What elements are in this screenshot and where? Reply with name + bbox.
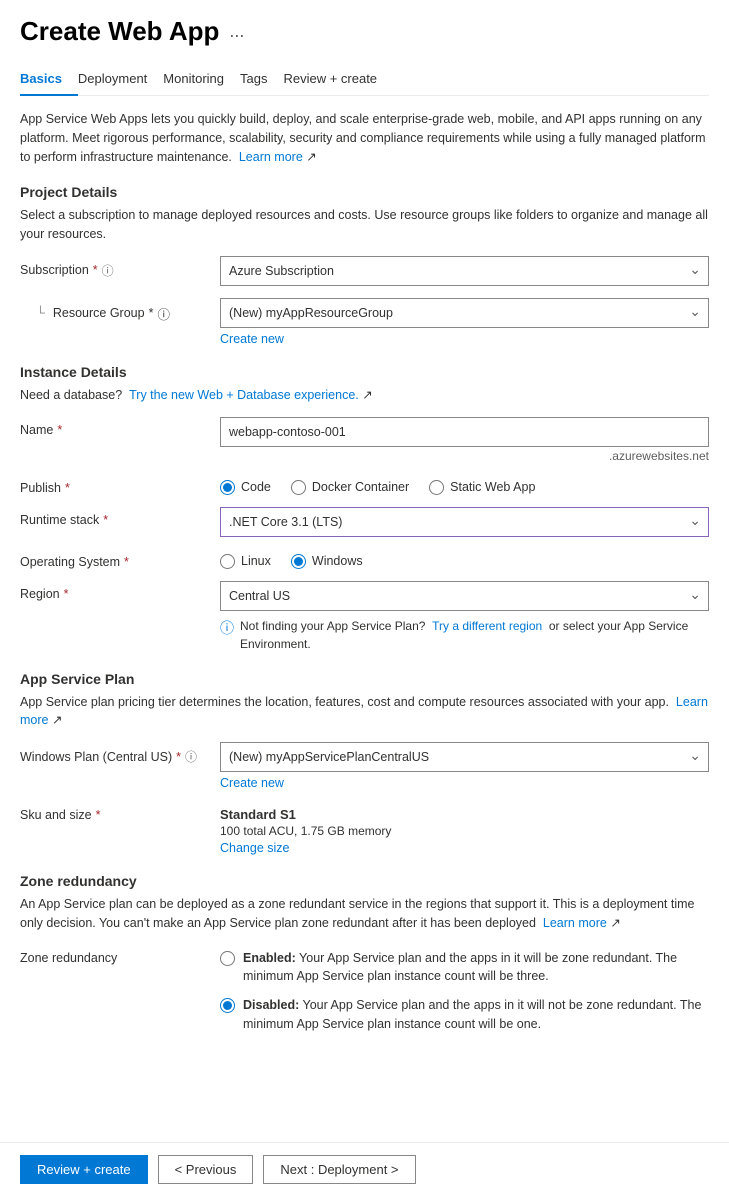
region-row: Region * Central US ⓘ Not finding your A… [20, 581, 709, 653]
publish-code-option[interactable]: Code [220, 480, 271, 495]
tab-deployment[interactable]: Deployment [78, 63, 163, 96]
publish-static-label: Static Web App [450, 480, 535, 494]
publish-row: Publish * Code Docker Container Static [20, 475, 709, 495]
publish-static-radio[interactable] [429, 480, 444, 495]
subscription-row: Subscription * ⓘ Azure Subscription [20, 256, 709, 286]
resource-group-create-new-link[interactable]: Create new [220, 332, 284, 346]
project-details-header: Project Details [20, 184, 709, 200]
publish-docker-option[interactable]: Docker Container [291, 480, 409, 495]
os-row: Operating System * Linux Windows [20, 549, 709, 569]
windows-plan-control: (New) myAppServicePlanCentralUS Create n… [220, 742, 709, 790]
tab-basics[interactable]: Basics [20, 63, 78, 96]
os-linux-radio[interactable] [220, 554, 235, 569]
zone-redundancy-row: Zone redundancy Enabled: Your App Servic… [20, 945, 709, 1034]
app-name-suffix: .azurewebsites.net [220, 449, 709, 463]
sku-control: Standard S1 100 total ACU, 1.75 GB memor… [220, 802, 709, 855]
zone-disabled-option[interactable]: Disabled: Your App Service plan and the … [220, 996, 709, 1034]
next-button[interactable]: Next : Deployment > [263, 1155, 415, 1184]
tab-review-create[interactable]: Review + create [283, 63, 393, 96]
windows-plan-info-icon[interactable]: ⓘ [185, 748, 197, 765]
publish-docker-label: Docker Container [312, 480, 409, 494]
publish-code-radio[interactable] [220, 480, 235, 495]
zone-disabled-radio[interactable] [220, 998, 235, 1013]
publish-static-option[interactable]: Static Web App [429, 480, 535, 495]
region-label: Region * [20, 581, 210, 601]
app-name-row: Name * .azurewebsites.net [20, 417, 709, 463]
instance-details-header: Instance Details [20, 364, 709, 380]
footer-bar: Review + create < Previous Next : Deploy… [0, 1142, 729, 1196]
app-name-input[interactable] [220, 417, 709, 447]
subscription-label: Subscription * ⓘ [20, 256, 210, 279]
sku-name: Standard S1 [220, 807, 709, 822]
app-name-label: Name * [20, 417, 210, 437]
previous-button[interactable]: < Previous [158, 1155, 254, 1184]
publish-docker-radio[interactable] [291, 480, 306, 495]
os-windows-radio[interactable] [291, 554, 306, 569]
page-description: App Service Web Apps lets you quickly bu… [20, 110, 709, 166]
project-details-desc: Select a subscription to manage deployed… [20, 206, 709, 244]
os-control: Linux Windows [220, 549, 709, 569]
region-different-link[interactable]: Try a different region [432, 619, 542, 633]
sku-details: 100 total ACU, 1.75 GB memory [220, 824, 709, 838]
sku-row: Sku and size * Standard S1 100 total ACU… [20, 802, 709, 855]
tab-bar: Basics Deployment Monitoring Tags Review… [20, 63, 709, 96]
windows-plan-row: Windows Plan (Central US) * ⓘ (New) myAp… [20, 742, 709, 790]
region-control: Central US ⓘ Not finding your App Servic… [220, 581, 709, 653]
sku-change-size-link[interactable]: Change size [220, 841, 290, 855]
runtime-row: Runtime stack * .NET Core 3.1 (LTS) [20, 507, 709, 537]
windows-plan-dropdown[interactable]: (New) myAppServicePlanCentralUS [220, 742, 709, 772]
runtime-label: Runtime stack * [20, 507, 210, 527]
zone-enabled-radio[interactable] [220, 951, 235, 966]
os-linux-option[interactable]: Linux [220, 554, 271, 569]
page-title: Create Web App [20, 16, 219, 47]
zone-learn-more-link[interactable]: Learn more [543, 916, 607, 930]
zone-disabled-label: Disabled: Your App Service plan and the … [243, 996, 709, 1034]
zone-enabled-label: Enabled: Your App Service plan and the a… [243, 949, 709, 987]
review-create-button[interactable]: Review + create [20, 1155, 148, 1184]
region-info-box: ⓘ Not finding your App Service Plan? Try… [220, 617, 709, 653]
app-name-control: .azurewebsites.net [220, 417, 709, 463]
os-linux-label: Linux [241, 554, 271, 568]
zone-redundancy-desc: An App Service plan can be deployed as a… [20, 895, 709, 933]
db-experience-link[interactable]: Try the new Web + Database experience. [129, 388, 359, 402]
sku-label: Sku and size * [20, 802, 210, 822]
app-service-plan-header: App Service Plan [20, 671, 709, 687]
region-dropdown[interactable]: Central US [220, 581, 709, 611]
ellipsis-menu-icon[interactable]: ... [229, 21, 244, 42]
zone-redundancy-header: Zone redundancy [20, 873, 709, 889]
resource-group-row: └ Resource Group * ⓘ (New) myAppResource… [20, 298, 709, 346]
windows-plan-create-new-link[interactable]: Create new [220, 776, 284, 790]
learn-more-link[interactable]: Learn more [239, 150, 303, 164]
windows-plan-label: Windows Plan (Central US) * ⓘ [20, 742, 210, 765]
resource-group-dropdown[interactable]: (New) myAppResourceGroup [220, 298, 709, 328]
subscription-info-icon[interactable]: ⓘ [102, 262, 114, 279]
publish-code-label: Code [241, 480, 271, 494]
zone-redundancy-control: Enabled: Your App Service plan and the a… [220, 945, 709, 1034]
zone-enabled-option[interactable]: Enabled: Your App Service plan and the a… [220, 949, 709, 987]
tab-monitoring[interactable]: Monitoring [163, 63, 240, 96]
resource-group-control: (New) myAppResourceGroup Create new [220, 298, 709, 346]
subscription-dropdown[interactable]: Azure Subscription [220, 256, 709, 286]
publish-control: Code Docker Container Static Web App [220, 475, 709, 495]
app-service-plan-desc: App Service plan pricing tier determines… [20, 693, 709, 731]
runtime-dropdown[interactable]: .NET Core 3.1 (LTS) [220, 507, 709, 537]
runtime-control: .NET Core 3.1 (LTS) [220, 507, 709, 537]
os-label: Operating System * [20, 549, 210, 569]
subscription-dropdown-wrap: Azure Subscription [220, 256, 709, 286]
resource-group-info-icon[interactable]: ⓘ [157, 304, 170, 323]
region-info-icon: ⓘ [220, 618, 234, 639]
publish-label: Publish * [20, 475, 210, 495]
os-windows-label: Windows [312, 554, 363, 568]
tab-tags[interactable]: Tags [240, 63, 283, 96]
resource-group-label: Resource Group [53, 306, 145, 320]
zone-redundancy-label: Zone redundancy [20, 945, 210, 965]
os-windows-option[interactable]: Windows [291, 554, 363, 569]
instance-details-desc: Need a database? Try the new Web + Datab… [20, 386, 709, 405]
